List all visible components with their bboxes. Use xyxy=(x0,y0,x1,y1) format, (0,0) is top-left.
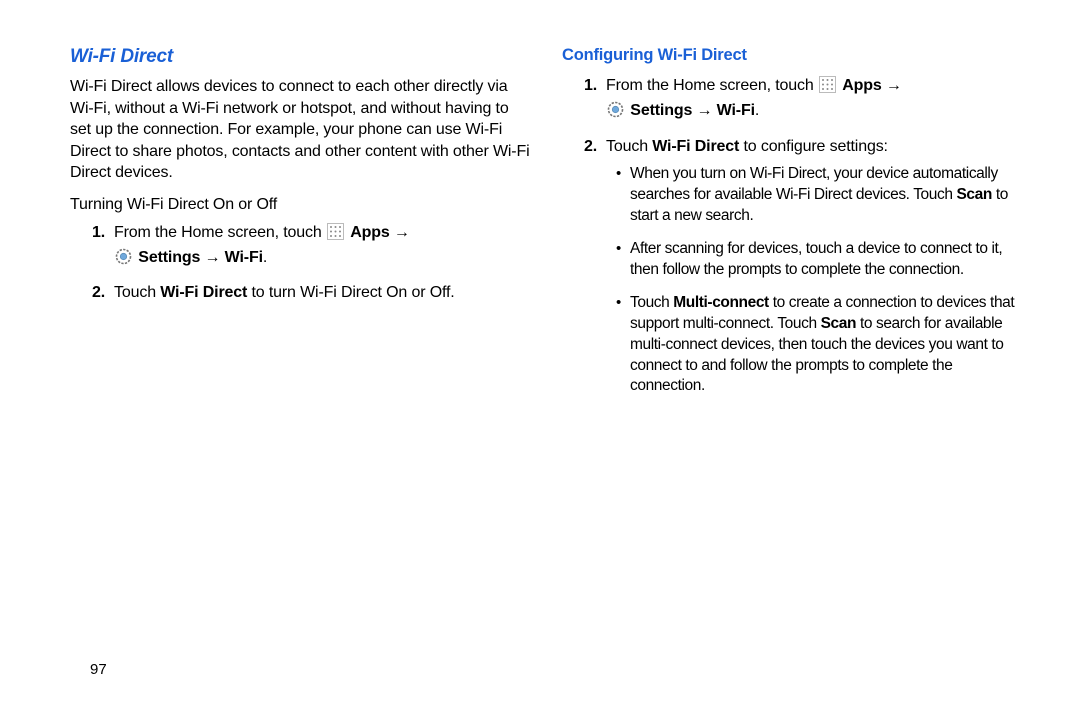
step-text: From the Home screen, touch xyxy=(114,224,326,241)
scan-bold: Scan xyxy=(956,186,991,203)
right-column: Configuring Wi-Fi Direct 1. From the Hom… xyxy=(554,46,1022,690)
wifi-label: Wi-Fi xyxy=(717,102,755,119)
arrow-icon: → xyxy=(205,249,221,266)
step-1: 1. From the Home screen, touch Apps → Se… xyxy=(92,222,530,273)
step-number: 2. xyxy=(92,282,105,304)
wifi-label: Wi-Fi xyxy=(225,249,263,266)
bullet-text: After scanning for devices, touch a devi… xyxy=(630,240,1002,278)
subsection-turning-on-off: Turning Wi-Fi Direct On or Off xyxy=(70,194,530,216)
section-heading-configuring: Configuring Wi-Fi Direct xyxy=(562,46,1022,65)
bullet-item: After scanning for devices, touch a devi… xyxy=(616,239,1022,281)
step-number: 2. xyxy=(584,136,597,158)
step-text: Touch xyxy=(114,284,160,301)
apps-grid-icon xyxy=(327,223,344,247)
step-text: to turn Wi-Fi Direct On or Off. xyxy=(247,284,454,301)
wifi-direct-bold: Wi-Fi Direct xyxy=(652,138,739,155)
step-text: From the Home screen, touch xyxy=(606,77,818,94)
step-1: 1. From the Home screen, touch Apps → Se… xyxy=(584,75,1022,126)
steps-list-right: 1. From the Home screen, touch Apps → Se… xyxy=(562,75,1022,397)
bullet-text: When you turn on Wi-Fi Direct, your devi… xyxy=(630,165,998,203)
step-number: 1. xyxy=(92,222,105,244)
step-text: Touch xyxy=(606,138,652,155)
bullet-text: Touch xyxy=(630,294,673,311)
period: . xyxy=(263,249,267,266)
step-text: to configure settings: xyxy=(739,138,888,155)
manual-page: Wi-Fi Direct Wi-Fi Direct allows devices… xyxy=(0,0,1080,720)
arrow-icon: → xyxy=(697,102,713,119)
step-number: 1. xyxy=(584,75,597,97)
intro-paragraph: Wi-Fi Direct allows devices to connect t… xyxy=(70,76,530,184)
period: . xyxy=(755,102,759,119)
settings-gear-icon xyxy=(607,101,624,125)
left-column: Wi-Fi Direct Wi-Fi Direct allows devices… xyxy=(70,46,554,690)
settings-gear-icon xyxy=(115,248,132,272)
multi-connect-bold: Multi-connect xyxy=(673,294,769,311)
scan-bold: Scan xyxy=(821,315,856,332)
wifi-direct-bold: Wi-Fi Direct xyxy=(160,284,247,301)
steps-list-left: 1. From the Home screen, touch Apps → Se… xyxy=(70,222,530,305)
arrow-icon: → xyxy=(886,77,902,94)
page-number: 97 xyxy=(90,661,107,678)
apps-grid-icon xyxy=(819,76,836,100)
bullet-item: When you turn on Wi-Fi Direct, your devi… xyxy=(616,164,1022,227)
section-heading-wifi-direct: Wi-Fi Direct xyxy=(70,46,530,68)
settings-label: Settings xyxy=(138,249,200,266)
bullet-item: Touch Multi-connect to create a connecti… xyxy=(616,293,1022,398)
bullet-list: When you turn on Wi-Fi Direct, your devi… xyxy=(606,164,1022,397)
apps-label: Apps xyxy=(350,224,389,241)
step-2: 2. Touch Wi-Fi Direct to configure setti… xyxy=(584,136,1022,398)
step-2: 2. Touch Wi-Fi Direct to turn Wi-Fi Dire… xyxy=(92,282,530,304)
arrow-icon: → xyxy=(394,224,410,241)
settings-label: Settings xyxy=(630,102,692,119)
apps-label: Apps xyxy=(842,77,881,94)
